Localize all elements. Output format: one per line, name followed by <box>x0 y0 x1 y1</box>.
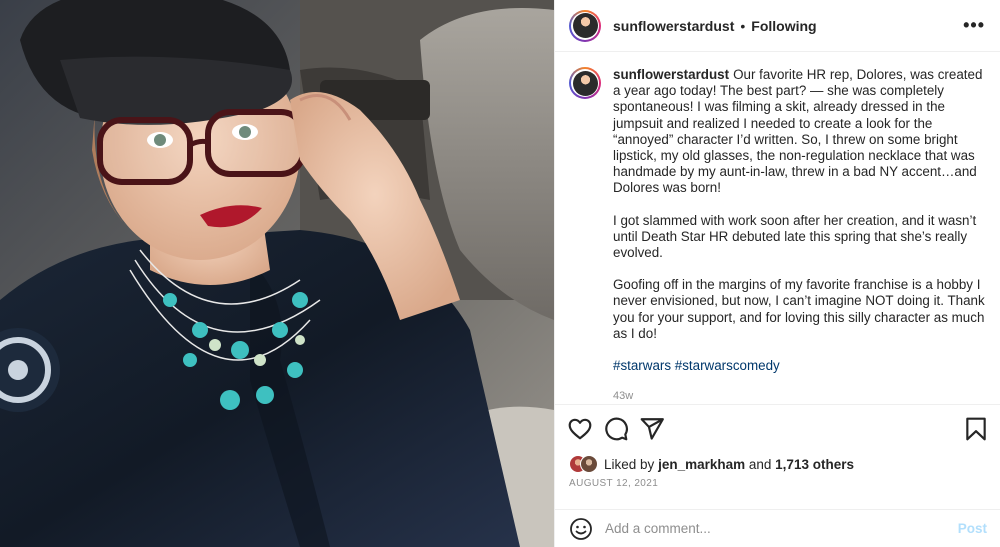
hashtag-line: #starwars #starwarscomedy <box>613 358 985 374</box>
caption-paragraph: I got slammed with work soon after her c… <box>613 212 977 261</box>
post-date: AUGUST 12, 2021 <box>569 478 659 489</box>
caption-text: sunflowerstardust Our favorite HR rep, Do… <box>613 67 985 403</box>
caption-username[interactable]: sunflowerstardust <box>613 67 729 82</box>
caption-section: sunflowerstardust Our favorite HR rep, Do… <box>555 53 1000 403</box>
likes-others-link[interactable]: 1,713 others <box>775 457 854 472</box>
share-icon[interactable] <box>639 416 665 442</box>
likes-text: Liked by jen_markham and 1,713 others <box>604 457 854 472</box>
header-separator: • <box>740 17 746 34</box>
comment-bar: Post <box>555 509 1000 547</box>
caption-body: Our favorite HR rep, Dolores, was create… <box>613 67 983 196</box>
profile-picture <box>572 70 598 96</box>
liker-avatar <box>580 455 598 473</box>
caption-avatar[interactable] <box>569 67 601 99</box>
more-horizontal-icon[interactable]: ••• <box>963 16 985 34</box>
comment-icon[interactable] <box>603 416 629 442</box>
likes-prefix: Liked by <box>604 456 655 472</box>
likes-connector: and <box>748 456 772 472</box>
post-comment-button[interactable]: Post <box>958 521 987 536</box>
following-button[interactable]: Following <box>751 18 816 34</box>
likes-summary: Liked by jen_markham and 1,713 others <box>569 455 854 473</box>
header-username[interactable]: sunflowerstardust <box>613 18 734 34</box>
comment-input[interactable] <box>605 521 945 536</box>
emoji-icon[interactable] <box>569 517 593 541</box>
heart-icon[interactable] <box>567 416 593 442</box>
hashtag-link[interactable]: #starwarscomedy <box>675 358 780 373</box>
caption-paragraph: sunflowerstardust Our favorite HR rep, Do… <box>613 67 985 197</box>
avatar[interactable] <box>569 9 601 42</box>
caption-time-ago[interactable]: 43w <box>613 388 985 404</box>
post-photo[interactable] <box>0 0 554 547</box>
caption-paragraph: Goofing off in the margins of my favorit… <box>613 277 985 341</box>
post-header: sunflowerstardust • Following ••• <box>555 0 1000 52</box>
bookmark-icon[interactable] <box>963 416 989 442</box>
selfie-image <box>0 0 554 547</box>
action-bar <box>567 416 989 444</box>
hashtag-link[interactable]: #starwars <box>613 358 671 373</box>
profile-picture <box>572 13 598 38</box>
post-panel: sunflowerstardust • Following ••• sunflo… <box>554 0 1000 547</box>
liker-username[interactable]: jen_markham <box>658 457 745 472</box>
